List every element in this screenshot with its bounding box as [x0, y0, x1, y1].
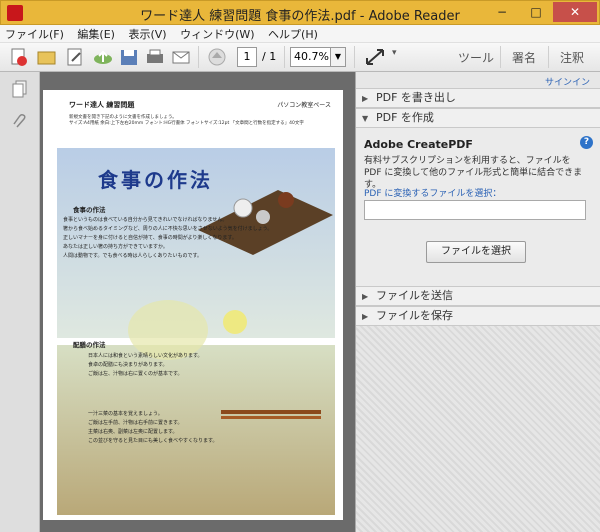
- doc-section-1-body: 食事というものは食べている自分から見てきれいでなければなりません。 箸から食べ始…: [63, 217, 273, 259]
- menu-view[interactable]: 表示(V): [123, 25, 171, 43]
- toolbar-separator: [198, 46, 199, 68]
- empty-panel-area: [356, 326, 600, 532]
- zoom-level-input[interactable]: 40.7%: [290, 47, 331, 67]
- export-pdf-section[interactable]: ▶ PDF を書き出し: [356, 88, 600, 108]
- menu-file[interactable]: ファイル(F): [0, 25, 69, 43]
- menu-edit[interactable]: 編集(E): [72, 25, 120, 43]
- doc-section-2-body: 日本人には和食という素晴らしい文化があります。 食卓の配膳にも決まりがあります。…: [88, 353, 203, 377]
- maximize-button[interactable]: □: [521, 2, 551, 22]
- zoom-dropdown-button[interactable]: ▼: [330, 47, 346, 67]
- save-file-section[interactable]: ▶ ファイルを保存: [356, 306, 600, 326]
- document-view[interactable]: ワード達人 練習問題 パソコン教室ペース 新規文書を開き下記のように文書を作成し…: [40, 72, 355, 532]
- doc-section-2-list: 一汁三菜の基本を覚えましょう。 ご飯は左手前、汁物は右手前に置きます。 主菜は右…: [88, 411, 218, 444]
- tools-pane: サインイン ▶ PDF を書き出し ▼ PDF を作成 Adobe CreatePD…: [355, 72, 600, 532]
- edit-pdf-icon[interactable]: [64, 47, 86, 67]
- menu-help[interactable]: ヘルプ(H): [263, 25, 323, 43]
- doc-header-school: パソコン教室ペース: [277, 102, 331, 109]
- cloud-upload-icon[interactable]: [92, 47, 114, 67]
- doc-main-title: 食事の作法: [98, 168, 213, 192]
- pdf-page: ワード達人 練習問題 パソコン教室ペース 新規文書を開き下記のように文書を作成し…: [43, 90, 343, 520]
- doc-section-2-heading: 配膳の作法: [73, 341, 106, 349]
- menu-bar: ファイル(F) 編集(E) 表示(V) ウィンドウ(W) ヘルプ(H): [0, 25, 600, 43]
- create-pdf-section[interactable]: ▼ PDF を作成: [356, 108, 600, 128]
- collapsed-arrow-icon: ▶: [362, 94, 369, 103]
- page-number-input[interactable]: 1: [237, 47, 257, 67]
- tools-button[interactable]: ツール: [458, 49, 494, 66]
- collapsed-arrow-icon: ▶: [362, 292, 369, 301]
- expanded-arrow-icon: ▼: [362, 114, 369, 123]
- customize-toolbar-icon[interactable]: ▾: [392, 48, 397, 58]
- collapsed-arrow-icon: ▶: [362, 312, 369, 321]
- email-icon[interactable]: [170, 47, 192, 67]
- previous-page-icon[interactable]: [206, 47, 228, 67]
- help-icon[interactable]: ?: [580, 136, 593, 149]
- decorative-flower-small: [223, 310, 247, 334]
- doc-header-title: ワード達人 練習問題: [69, 101, 135, 109]
- toolbar-separator: [354, 46, 355, 68]
- page-total: / 1: [262, 50, 277, 63]
- select-file-button[interactable]: ファイルを選択: [426, 241, 526, 263]
- doc-instruction-2: サイズ:A4用紙 余白:上下左右20mm フォント:HG行書体 フォントサイズ:…: [69, 121, 304, 126]
- comment-button[interactable]: 注釈: [560, 49, 584, 66]
- create-pdf-panel: Adobe CreatePDF ? 有料サブスクリプションを利用すると、ファイル…: [356, 128, 600, 288]
- open-file-icon[interactable]: [36, 47, 58, 67]
- toolbar-separator: [500, 46, 501, 68]
- createpdf-title: Adobe CreatePDF: [364, 138, 473, 151]
- minimize-button[interactable]: −: [487, 2, 517, 22]
- full-screen-icon[interactable]: [364, 47, 386, 67]
- title-bar: ワード達人 練習問題 食事の作法.pdf - Adobe Reader − □ …: [0, 0, 600, 25]
- toolbar-separator: [548, 46, 549, 68]
- create-pdf-icon[interactable]: [8, 47, 30, 67]
- doc-section-1-heading: 食事の作法: [73, 206, 106, 214]
- close-button[interactable]: ✕: [553, 2, 597, 22]
- toolbar-separator: [284, 46, 285, 68]
- decorative-flower: [128, 300, 208, 360]
- print-icon[interactable]: [144, 47, 166, 67]
- menu-window[interactable]: ウィンドウ(W): [175, 25, 259, 43]
- navigation-pane: [0, 72, 40, 532]
- signin-link[interactable]: サインイン: [545, 75, 590, 88]
- sign-button[interactable]: 署名: [512, 49, 536, 66]
- attachments-paperclip-icon[interactable]: [12, 112, 28, 130]
- page-thumbnails-icon[interactable]: [12, 80, 28, 98]
- chopsticks-image: [221, 410, 321, 414]
- file-path-input[interactable]: [364, 200, 586, 220]
- save-icon[interactable]: [118, 47, 140, 67]
- send-file-section[interactable]: ▶ ファイルを送信: [356, 286, 600, 306]
- select-file-label: PDF に変換するファイルを選択：: [364, 189, 502, 199]
